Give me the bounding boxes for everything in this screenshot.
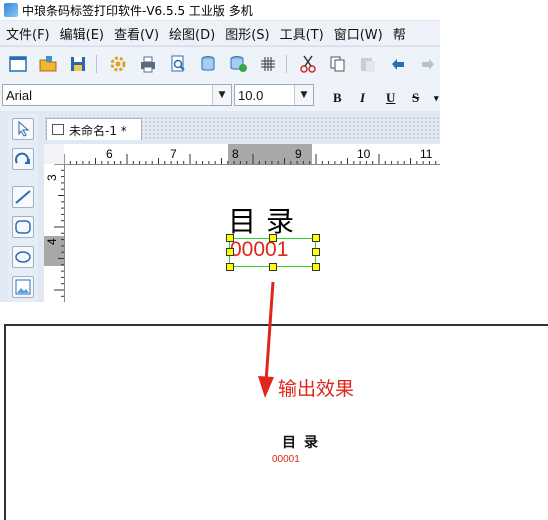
italic-button[interactable]: I (360, 90, 365, 106)
resize-handle[interactable] (226, 248, 234, 256)
font-family-select[interactable]: Arial ▼ (2, 84, 232, 106)
image-tool-button[interactable] (12, 276, 34, 298)
toolbar-separator (96, 55, 97, 73)
resize-handle[interactable] (226, 263, 234, 271)
ruler-label: 3 (45, 174, 59, 181)
ruler-label: 9 (295, 147, 302, 161)
settings-icon[interactable] (108, 54, 128, 74)
ruler-label: 11 (420, 147, 433, 161)
font-size-select[interactable]: 10.0 ▼ (234, 84, 314, 106)
title-bar: 中琅条码标签打印软件-V6.5.5 工业版 多机 (0, 0, 440, 20)
window-title: 中琅条码标签打印软件-V6.5.5 工业版 多机 (22, 4, 253, 18)
strikethrough-button[interactable]: S (412, 90, 419, 106)
horizontal-ruler-ticks: 6 7 8 9 10 11 (63, 144, 437, 164)
database-icon[interactable] (198, 54, 218, 74)
menu-window[interactable]: 窗口(W) (334, 24, 383, 43)
document-tab-label: 未命名-1 * (69, 124, 127, 138)
drawing-tools-panel (8, 114, 38, 302)
vertical-ruler: 3 4 (44, 163, 65, 302)
underline-button[interactable]: U (386, 90, 395, 106)
resize-handle[interactable] (269, 234, 277, 242)
ellipse-icon (15, 251, 31, 263)
chevron-down-icon[interactable]: ▼ (294, 85, 313, 105)
ruler-label: 6 (106, 147, 113, 161)
resize-handle[interactable] (312, 263, 320, 271)
rotate-tool-button[interactable] (12, 148, 34, 170)
select-tool-button[interactable] (12, 118, 34, 140)
designer-window: 中琅条码标签打印软件-V6.5.5 工业版 多机 文件(F) 编辑(E) 查看(… (0, 0, 440, 302)
print-preview-icon[interactable] (168, 54, 188, 74)
menu-tools[interactable]: 工具(T) (280, 24, 324, 43)
ruler-label: 4 (45, 238, 59, 245)
format-toolbar: Arial ▼ 10.0 ▼ B I U S ▾ (0, 81, 440, 111)
document-icon (52, 124, 64, 135)
line-tool-button[interactable] (12, 186, 34, 208)
menu-help[interactable]: 帮 (393, 24, 406, 43)
rounded-rect-tool-button[interactable] (12, 216, 34, 238)
font-family-value: Arial (6, 88, 33, 103)
resize-handle[interactable] (226, 234, 234, 242)
resize-handle[interactable] (312, 234, 320, 242)
database-link-icon[interactable] (228, 54, 248, 74)
rotate-icon (15, 152, 30, 164)
open-icon[interactable] (38, 54, 58, 74)
preview-heading-text: 目录 (282, 435, 326, 451)
line-icon (15, 190, 31, 204)
ruler-corner (44, 144, 64, 164)
redo-icon[interactable] (418, 54, 438, 74)
vertical-ruler-ticks: 3 4 (44, 163, 64, 297)
grid-icon[interactable] (258, 54, 278, 74)
resize-handle[interactable] (312, 248, 320, 256)
document-tab[interactable]: 未命名-1 * (46, 118, 142, 140)
toolbar-separator (286, 55, 287, 73)
print-icon[interactable] (138, 54, 158, 74)
pointer-icon (18, 120, 30, 137)
menu-view[interactable]: 查看(V) (114, 24, 159, 43)
ruler-label: 7 (170, 147, 177, 161)
bold-button[interactable]: B (333, 90, 342, 106)
cut-icon[interactable] (298, 54, 318, 74)
rounded-rect-icon (15, 220, 31, 234)
ellipse-tool-button[interactable] (12, 246, 34, 268)
paste-icon[interactable] (358, 54, 378, 74)
font-size-value: 10.0 (238, 88, 264, 103)
label-heading-text[interactable]: 目录 (228, 200, 304, 240)
document-tab-strip: 未命名-1 * (44, 116, 440, 140)
undo-icon[interactable] (388, 54, 408, 74)
output-effect-annotation: 输出效果 (278, 378, 355, 400)
new-icon[interactable] (8, 54, 28, 74)
ruler-label: 8 (232, 147, 239, 161)
ruler-label: 10 (357, 147, 371, 161)
preview-serial-text: 00001 (272, 454, 300, 465)
menu-shape[interactable]: 图形(S) (225, 24, 269, 43)
copy-icon[interactable] (328, 54, 348, 74)
menu-draw[interactable]: 绘图(D) (169, 24, 215, 43)
more-chevron-icon[interactable]: ▾ (434, 93, 439, 104)
chevron-down-icon[interactable]: ▼ (212, 85, 231, 105)
horizontal-ruler: 6 7 8 9 10 11 (63, 144, 440, 165)
output-preview-panel (4, 324, 548, 520)
save-icon[interactable] (68, 54, 88, 74)
menu-file[interactable]: 文件(F) (6, 24, 50, 43)
resize-handle[interactable] (269, 263, 277, 271)
image-icon (15, 279, 31, 295)
menu-edit[interactable]: 编辑(E) (60, 24, 104, 43)
main-toolbar (0, 46, 440, 82)
menu-bar: 文件(F) 编辑(E) 查看(V) 绘图(D) 图形(S) 工具(T) 窗口(W… (0, 21, 440, 45)
app-logo-icon (4, 3, 18, 17)
